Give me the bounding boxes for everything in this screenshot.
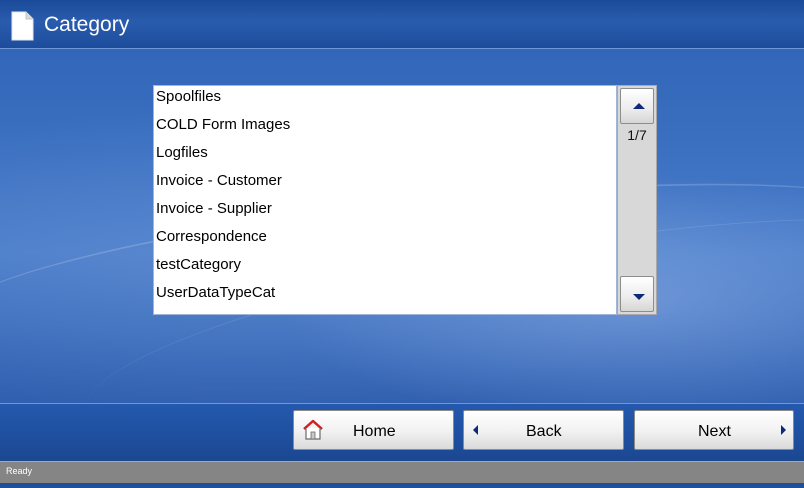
arrow-left-icon	[473, 425, 478, 435]
list-item[interactable]: Invoice - Customer	[156, 170, 282, 196]
home-icon	[303, 419, 323, 440]
next-button[interactable]: Next	[634, 410, 794, 450]
home-button[interactable]: Home	[293, 410, 454, 450]
list-item[interactable]: testCategory	[156, 254, 241, 280]
arrow-up-icon	[633, 103, 645, 109]
scroll-up-button[interactable]	[620, 88, 654, 124]
list-item[interactable]: Invoice - Supplier	[156, 198, 272, 224]
list-item[interactable]: COLD Form Images	[156, 114, 290, 140]
status-text: Ready	[6, 466, 33, 476]
list-scrollbar: 1/7	[617, 85, 657, 315]
page-indicator: 1/7	[627, 127, 647, 143]
arrow-down-icon	[633, 294, 645, 300]
next-button-label: Next	[698, 423, 731, 440]
category-list[interactable]: Spoolfiles COLD Form Images Logfiles Inv…	[153, 85, 617, 315]
back-button[interactable]: Back	[463, 410, 624, 450]
list-item[interactable]: Correspondence	[156, 226, 267, 252]
scroll-down-button[interactable]	[620, 276, 654, 312]
title-bar: Category	[0, 0, 804, 49]
home-button-label: Home	[353, 423, 396, 440]
status-bar: Ready	[0, 461, 804, 483]
page-title: Category	[44, 13, 130, 36]
arrow-right-icon	[781, 425, 786, 435]
list-item[interactable]: Spoolfiles	[156, 86, 221, 112]
document-icon	[11, 11, 34, 41]
list-item[interactable]: Logfiles	[156, 142, 208, 168]
list-item[interactable]: UserDataTypeCat	[156, 282, 275, 308]
back-button-label: Back	[526, 423, 562, 440]
